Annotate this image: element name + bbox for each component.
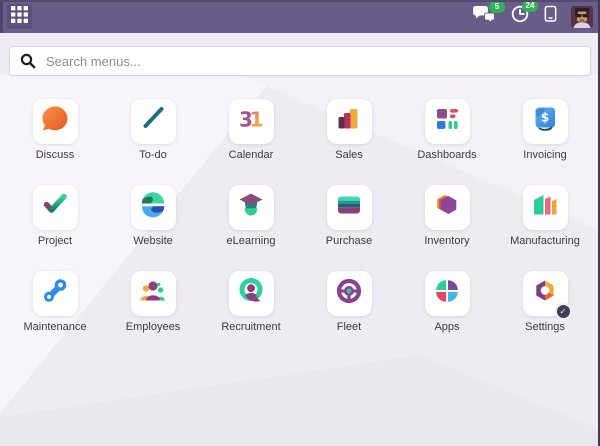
- app-label: Sales: [335, 149, 363, 161]
- project-icon: [39, 189, 71, 226]
- search-bar: [9, 46, 591, 76]
- calendar-icon: 3 1: [235, 103, 267, 140]
- app-tile-maintenance[interactable]: Maintenance: [6, 271, 104, 333]
- app-tile-apps[interactable]: Apps: [398, 271, 496, 333]
- app-label: Inventory: [424, 235, 469, 247]
- messages-button[interactable]: 5: [472, 5, 497, 29]
- app-tile-website[interactable]: Website: [104, 185, 202, 247]
- app-tile-settings[interactable]: ✓ Settings: [496, 271, 594, 333]
- svg-text:$: $: [541, 111, 549, 125]
- app-tile-sales[interactable]: Sales: [300, 99, 398, 161]
- apps-grid-icon: [11, 6, 28, 28]
- install-app-button[interactable]: [543, 5, 558, 28]
- app-grid: Discuss To-do: [0, 99, 600, 357]
- screen-edge-top: [0, 0, 600, 2]
- app-tile-project[interactable]: Project: [6, 185, 104, 247]
- app-label: Fleet: [337, 321, 361, 333]
- app-label: Project: [38, 235, 72, 247]
- app-tile-fleet[interactable]: Fleet: [300, 271, 398, 333]
- app-label: Website: [133, 235, 173, 247]
- app-label: eLearning: [227, 235, 276, 247]
- top-navbar: 5 24: [0, 0, 600, 33]
- svg-text:1: 1: [250, 108, 264, 132]
- search-input[interactable]: [9, 46, 591, 76]
- phone-icon: [543, 5, 558, 28]
- fleet-icon: [333, 275, 365, 312]
- app-tile-manufacturing[interactable]: Manufacturing: [496, 185, 594, 247]
- app-tile-discuss[interactable]: Discuss: [6, 99, 104, 161]
- user-menu-button[interactable]: [571, 6, 593, 28]
- app-label: Employees: [126, 321, 180, 333]
- app-label: Settings: [525, 321, 565, 333]
- app-tile-todo[interactable]: To-do: [104, 99, 202, 161]
- sales-icon: [333, 103, 365, 140]
- app-label: Manufacturing: [510, 235, 580, 247]
- app-tile-dashboards[interactable]: Dashboards: [398, 99, 496, 161]
- employees-icon: [137, 275, 169, 312]
- app-label: Discuss: [36, 149, 75, 161]
- activities-button[interactable]: 24: [510, 4, 530, 29]
- recruitment-icon: [235, 275, 267, 312]
- messages-count-badge: 5: [489, 1, 505, 13]
- app-tile-employees[interactable]: Employees: [104, 271, 202, 333]
- app-label: Recruitment: [221, 321, 280, 333]
- app-label: Maintenance: [24, 321, 87, 333]
- app-tile-recruitment[interactable]: Recruitment: [202, 271, 300, 333]
- app-label: To-do: [139, 149, 167, 161]
- app-label: Apps: [434, 321, 459, 333]
- app-label: Invoicing: [523, 149, 566, 161]
- apps-icon: [431, 275, 463, 312]
- screen-edge-left: [0, 0, 3, 33]
- app-tile-inventory[interactable]: Inventory: [398, 185, 496, 247]
- todo-icon: [137, 103, 169, 140]
- inventory-icon: [431, 189, 463, 226]
- discuss-icon: [39, 103, 71, 140]
- app-tile-purchase[interactable]: Purchase: [300, 185, 398, 247]
- invoicing-icon: $: [529, 103, 561, 140]
- app-label: Calendar: [229, 149, 274, 161]
- manufacturing-icon: [529, 189, 561, 226]
- app-tile-invoicing[interactable]: $ Invoicing: [496, 99, 594, 161]
- website-icon: [137, 189, 169, 226]
- purchase-icon: [333, 189, 365, 226]
- dashboards-icon: [431, 103, 463, 140]
- home-menu-toggle-button[interactable]: [7, 4, 32, 29]
- app-label: Dashboards: [417, 149, 476, 161]
- app-tile-calendar[interactable]: 3 1 Calendar: [202, 99, 300, 161]
- settings-selected-check-badge: ✓: [555, 303, 572, 320]
- maintenance-icon: [39, 275, 71, 312]
- elearning-icon: [235, 189, 267, 226]
- user-avatar: [571, 6, 593, 28]
- odoo-home-menu: 5 24: [0, 0, 600, 446]
- app-label: Purchase: [326, 235, 372, 247]
- app-tile-elearning[interactable]: eLearning: [202, 185, 300, 247]
